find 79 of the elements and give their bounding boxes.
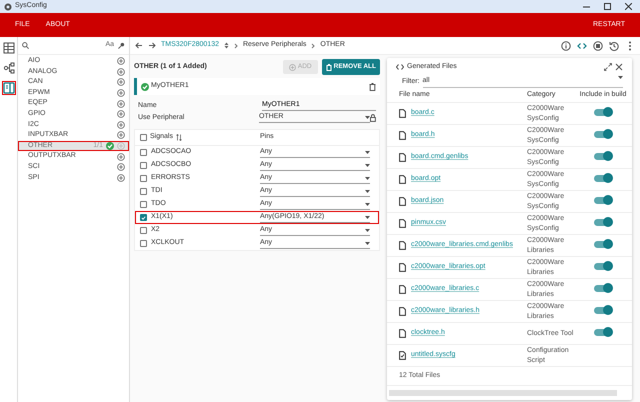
file-icon (399, 263, 406, 272)
lock-icon[interactable] (370, 114, 376, 122)
include-toggle[interactable] (594, 130, 612, 138)
chevron-icon (311, 42, 316, 48)
add-icon[interactable] (117, 110, 125, 118)
file-icon (399, 197, 406, 206)
include-toggle[interactable] (594, 240, 612, 248)
add-icon[interactable] (117, 57, 125, 66)
add-icon[interactable] (117, 163, 125, 172)
code-icon[interactable] (577, 40, 587, 50)
checkbox[interactable] (140, 162, 147, 169)
close-icon[interactable] (615, 63, 623, 71)
add-icon[interactable] (117, 174, 125, 182)
script-file-icon (399, 351, 406, 360)
add-icon[interactable] (117, 120, 125, 129)
include-toggle[interactable] (594, 108, 612, 116)
grid-icon[interactable] (2, 41, 16, 55)
file-icon (399, 131, 406, 140)
checkbox[interactable] (140, 240, 147, 247)
sort-icon[interactable] (176, 134, 182, 141)
caret-icon (365, 242, 370, 244)
checkbox[interactable] (140, 214, 147, 221)
include-toggle[interactable] (594, 196, 612, 204)
file-icon (399, 329, 406, 338)
add-icon[interactable] (117, 78, 125, 86)
back-icon[interactable] (135, 42, 143, 49)
include-toggle[interactable] (594, 328, 612, 336)
history-icon[interactable] (609, 40, 619, 50)
add-icon[interactable] (117, 152, 125, 161)
search-icon[interactable] (22, 42, 29, 49)
file-icon (399, 175, 406, 184)
add-icon[interactable] (117, 131, 125, 140)
checkbox[interactable] (140, 188, 147, 195)
include-toggle[interactable] (594, 152, 612, 160)
checkbox[interactable] (140, 149, 147, 156)
check-icon (141, 82, 149, 90)
caret-icon (365, 116, 370, 119)
plus-icon (288, 64, 296, 70)
checkbox[interactable] (140, 175, 147, 182)
file-icon (399, 109, 406, 118)
include-toggle[interactable] (594, 262, 612, 270)
info-icon[interactable] (561, 40, 571, 50)
checkbox[interactable] (140, 227, 147, 234)
add-icon[interactable] (117, 142, 125, 150)
select-all-checkbox[interactable] (140, 134, 147, 141)
caret-icon (365, 190, 370, 192)
panel-icon[interactable] (2, 81, 16, 95)
caret-icon (618, 76, 623, 80)
file-icon (399, 153, 406, 162)
forward-icon[interactable] (148, 42, 156, 49)
app-icon (4, 2, 12, 10)
caret-icon (365, 216, 370, 218)
checkbox[interactable] (140, 201, 147, 208)
caret-icon (365, 202, 370, 206)
expand-icon[interactable] (604, 63, 612, 71)
code-icon (396, 63, 404, 71)
file-icon (399, 285, 406, 294)
include-toggle[interactable] (594, 306, 612, 314)
hierarchy-icon[interactable] (2, 61, 16, 75)
file-icon (399, 307, 406, 316)
caret-icon (365, 228, 370, 232)
pin-icon[interactable] (118, 42, 125, 49)
caret-icon (365, 176, 370, 180)
delete-icon[interactable] (369, 82, 376, 90)
caret-icon (365, 164, 370, 166)
close-icon[interactable] (625, 3, 632, 10)
scrollbar[interactable] (389, 390, 617, 396)
chevron-icon (234, 42, 238, 48)
file-icon (399, 241, 406, 250)
include-toggle[interactable] (594, 174, 612, 182)
add-icon[interactable] (117, 89, 125, 98)
caret-icon (365, 150, 370, 154)
sort-icon[interactable] (224, 42, 229, 49)
file-icon (399, 219, 406, 228)
add-icon[interactable] (117, 100, 125, 108)
add-icon[interactable] (117, 68, 125, 76)
include-toggle[interactable] (594, 284, 612, 292)
include-toggle[interactable] (594, 218, 612, 226)
maximize-icon[interactable] (604, 3, 611, 10)
